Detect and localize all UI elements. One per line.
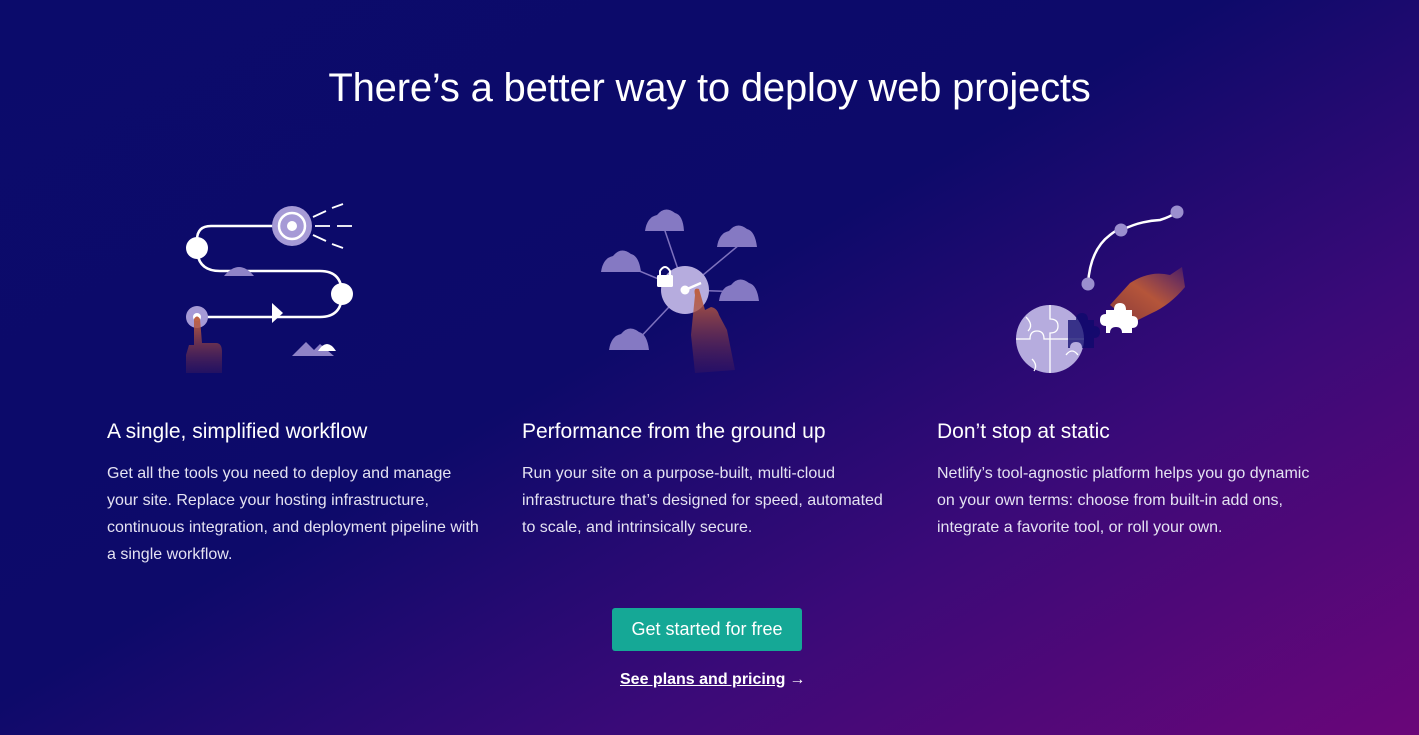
feature-workflow: A single, simplified workflow Get all th… <box>107 418 482 568</box>
feature-performance: Performance from the ground up Run your … <box>522 418 897 541</box>
feature-title: Don’t stop at static <box>937 420 1110 443</box>
multi-cloud-illustration <box>601 209 759 373</box>
feature-description: Netlify’s tool-agnostic platform helps y… <box>937 465 1310 536</box>
arrow-right-icon: → <box>789 671 806 688</box>
feature-description: Get all the tools you need to deploy and… <box>107 465 479 563</box>
page-title: There’s a better way to deploy web proje… <box>328 66 1091 110</box>
feature-description: Run your site on a purpose-built, multi-… <box>522 465 883 536</box>
puzzle-illustration <box>1016 205 1185 373</box>
feature-title: Performance from the ground up <box>522 420 826 443</box>
plans-pricing-link[interactable]: See plans and pricing → <box>620 671 805 689</box>
feature-dynamic: Don’t stop at static Netlify’s tool-agno… <box>937 418 1312 541</box>
workflow-illustration <box>186 203 353 373</box>
feature-title: A single, simplified workflow <box>107 420 368 443</box>
get-started-button[interactable]: Get started for free <box>612 608 802 651</box>
plans-pricing-label: See plans and pricing <box>620 671 786 688</box>
